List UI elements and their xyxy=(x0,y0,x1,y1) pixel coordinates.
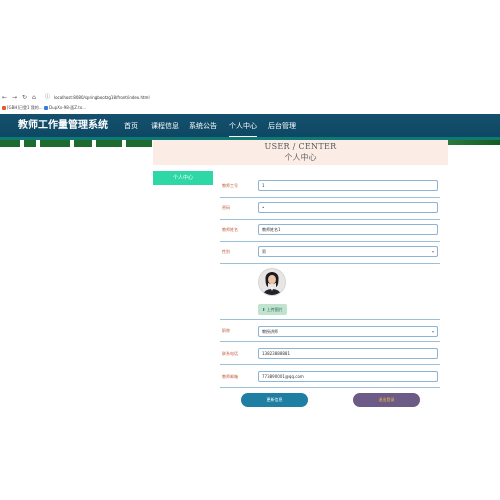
url-text[interactable]: localhost:8080/springbootzg18/front/inde… xyxy=(54,92,150,103)
sidebar-item-personal-center[interactable]: 个人中心 xyxy=(153,171,213,185)
bookmark-label: [GBH]已登1 我的... xyxy=(7,105,43,110)
nav-item-home[interactable]: 首页 xyxy=(124,114,138,138)
decorative-band xyxy=(0,140,152,147)
user-center-header: USER / CENTER 个人中心 xyxy=(153,140,448,165)
form-row-email: 教师邮箱 773890001@qq.com xyxy=(220,365,440,388)
upload-label: 上传图片 xyxy=(266,307,283,312)
reload-icon[interactable]: ↻ xyxy=(22,92,27,103)
teacher-name-input[interactable]: 教师姓名1 xyxy=(258,224,438,235)
email-input[interactable]: 773890001@qq.com xyxy=(258,371,438,382)
home-icon[interactable]: ⌂ xyxy=(32,92,36,103)
chevron-down-icon: ▾ xyxy=(431,249,434,254)
email-label: 教师邮箱 xyxy=(222,374,238,379)
bookmark-label: DupXx-98-面Z.to... xyxy=(49,105,87,110)
nav-item-announcements[interactable]: 系统公告 xyxy=(189,114,217,138)
teacher-id-input[interactable]: 1 xyxy=(258,180,438,191)
form-row-avatar xyxy=(220,264,440,320)
form-row-gender: 性别 男 ▾ xyxy=(220,242,440,264)
form-row-teacher-name: 教师姓名 教师姓名1 xyxy=(220,220,440,242)
bookmark-favicon-icon xyxy=(44,106,48,110)
gender-select[interactable]: 男 ▾ xyxy=(258,246,438,257)
password-label: 密码 xyxy=(222,205,230,210)
teacher-id-label: 教师工号 xyxy=(222,183,238,188)
decorative-band-right xyxy=(448,140,500,145)
form-row-phone: 联系电话 13823888881 xyxy=(220,342,440,365)
forward-icon[interactable]: → xyxy=(12,92,17,103)
header-title-cn: 个人中心 xyxy=(284,153,317,162)
gender-label: 性别 xyxy=(222,249,230,254)
system-title: 教师工作量管理系统 xyxy=(18,120,108,131)
gender-value: 男 xyxy=(262,249,266,254)
bookmark-favicon-icon xyxy=(2,106,6,110)
phone-label: 联系电话 xyxy=(222,351,238,356)
nav-item-admin[interactable]: 后台管理 xyxy=(268,114,296,138)
title-label: 职称 xyxy=(222,328,230,333)
phone-input[interactable]: 13823888881 xyxy=(258,348,438,359)
upload-icon: ⬆ xyxy=(262,307,266,312)
form-row-title: 职称 教授讲师 ▾ xyxy=(220,320,440,342)
form-row-password: 密码 • xyxy=(220,198,440,220)
password-input[interactable]: • xyxy=(258,202,438,213)
logout-button[interactable]: 退出登录 xyxy=(353,393,420,407)
nav-item-personal-center[interactable]: 个人中心 xyxy=(229,114,257,137)
form-row-teacher-id: 教师工号 1 xyxy=(220,177,440,198)
teacher-name-label: 教师姓名 xyxy=(222,227,238,232)
chevron-down-icon: ▾ xyxy=(431,329,434,334)
site-info-icon[interactable]: ⓘ xyxy=(45,92,50,103)
back-icon[interactable]: ← xyxy=(2,92,7,103)
bookmark-item[interactable]: [GBH]已登1 我的... xyxy=(2,103,43,113)
title-select[interactable]: 教授讲师 ▾ xyxy=(258,326,438,337)
update-info-button[interactable]: 更新信息 xyxy=(241,393,308,407)
row-divider xyxy=(220,387,440,388)
header-title-en: USER / CENTER xyxy=(264,142,337,151)
title-value: 教授讲师 xyxy=(262,329,278,334)
bookmarks-bar: [GBH]已登1 我的... DupXx-98-面Z.to... xyxy=(0,103,500,113)
bookmark-item[interactable]: DupXx-98-面Z.to... xyxy=(44,103,86,113)
page: ← → ↻ ⌂ ⓘ localhost:8080/springbootzg18/… xyxy=(0,0,500,500)
upload-image-button[interactable]: ⬆ 上传图片 xyxy=(258,304,287,315)
nav-item-courses[interactable]: 课程信息 xyxy=(151,114,179,138)
